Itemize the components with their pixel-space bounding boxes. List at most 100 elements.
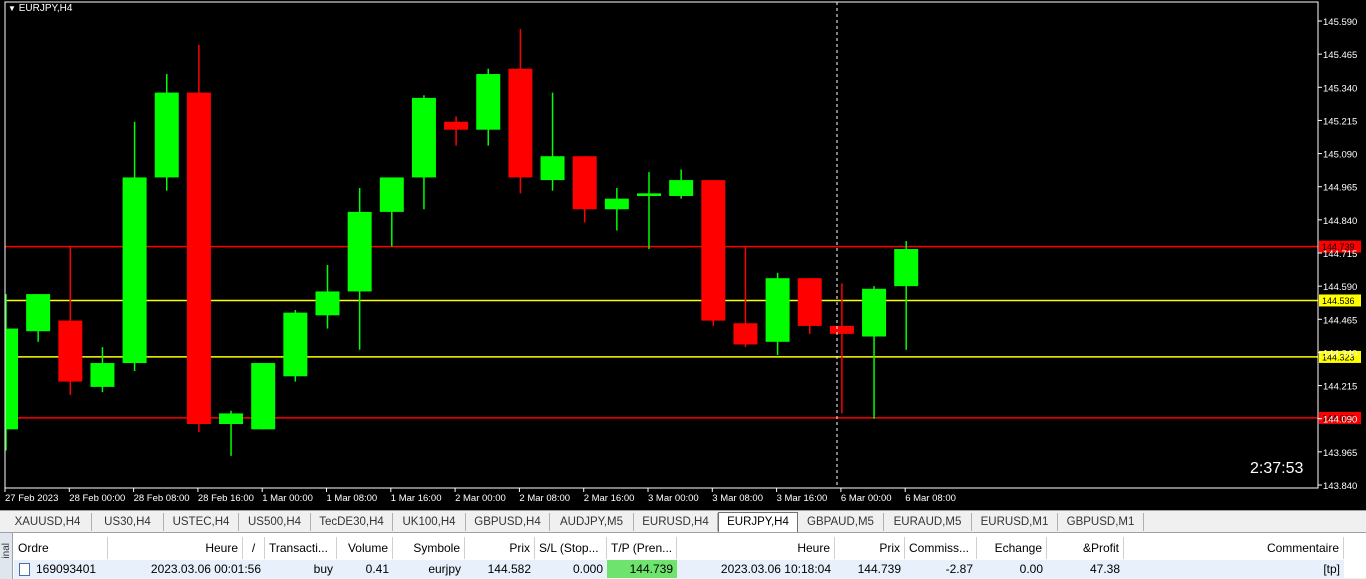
column-header[interactable]: &Profit [1047,537,1124,559]
chart-tab[interactable]: GBPAUD,M5 [798,513,884,531]
chart-tab[interactable]: EURUSD,H4 [634,513,718,531]
candle-body [829,325,854,334]
column-header[interactable]: / [243,537,265,559]
chart-canvas[interactable]: 144.739144.536144.323144.093 145.590145.… [0,0,1366,510]
column-header[interactable]: Commiss... [905,537,977,559]
level-price-label: 144.536 [1322,296,1355,306]
candle-body [894,249,919,287]
time-tick-label: 2 Mar 08:00 [519,493,570,504]
candlestick [219,410,244,456]
price-tick-label: 144.090 [1323,415,1357,426]
candle-body [6,328,18,430]
candlestick [122,121,147,371]
price-tick-label: 143.965 [1323,448,1357,459]
column-header[interactable]: Transacti... [265,537,337,559]
candle-body [90,363,115,387]
chart-tab[interactable]: AUDJPY,M5 [550,513,634,531]
time-tick-label: 6 Mar 00:00 [841,493,892,504]
candle-body [347,211,372,292]
chart-menu-triangle-icon[interactable]: ▼ [8,4,16,13]
price-tick-label: 143.840 [1323,481,1357,492]
time-tick-label: 3 Mar 16:00 [777,493,828,504]
chart-tab[interactable]: GBPUSD,H4 [466,513,550,531]
chart-tab[interactable]: GBPUSD,M1 [1058,513,1144,531]
column-header[interactable]: Echange [977,537,1047,559]
order-document-icon [19,563,30,576]
candlestick [58,246,83,395]
column-header[interactable]: Heure [677,537,835,559]
candlestick [411,95,436,210]
volume-cell: 0.41 [337,560,393,578]
chart-tab[interactable]: XAUUSD,H4 [4,513,92,531]
price-chart[interactable]: 144.739 144.536 144.323 144.093 145.590 145.… [0,0,1366,510]
chart-tab[interactable]: TecDE30,H4 [311,513,393,531]
candle-body [765,278,790,342]
candle-body [283,312,308,377]
time-tick-label: 3 Mar 08:00 [712,493,763,504]
column-header[interactable]: Volume [337,537,393,559]
candle-body [701,180,726,321]
candle-body [379,177,404,212]
chart-symbol-label: ▼ EURJPY,H4 [8,3,72,15]
price-tick-label: 144.590 [1323,282,1357,293]
candlestick [797,278,822,334]
column-header[interactable]: Prix [465,537,535,559]
candlestick [186,44,211,432]
column-header[interactable]: Symbole [393,537,465,559]
candlestick [251,363,276,430]
candle-body [637,193,661,196]
column-header[interactable]: Heure [108,537,243,559]
candlestick [444,116,469,146]
candlestick [315,264,340,329]
column-header[interactable]: T/P (Pren... [607,537,677,559]
sl-cell: 0.000 [535,560,607,578]
current-price-cell: 144.739 [835,560,905,578]
price-tick-label: 144.215 [1323,382,1357,393]
price-tick-label: 144.965 [1323,183,1357,194]
chart-tabs: XAUUSD,H4 US30,H4 USTEC,H4 US500,H4 TecDE30,… [0,510,1366,532]
price-tick-label: 144.465 [1323,315,1357,326]
candle-body [122,177,147,364]
profit-cell: 47.38 [1047,560,1124,578]
candle-body [186,92,211,425]
commission-cell: -2.87 [905,560,977,578]
candle-body [315,291,340,316]
chart-tab[interactable]: USTEC,H4 [164,513,239,531]
chart-tab[interactable]: EURUSD,M1 [972,513,1058,531]
column-header[interactable]: Commentaire [1124,537,1344,559]
comment-cell: [tp] [1124,560,1344,578]
candle-body [476,74,501,130]
candlestick [604,188,629,231]
chart-tab[interactable]: US30,H4 [92,513,164,531]
candlestick [90,347,115,393]
column-header[interactable]: Ordre [14,537,108,559]
candlestick [637,172,661,250]
time-tick-label: 6 Mar 08:00 [905,493,956,504]
chart-tab[interactable]: EURAUD,M5 [884,513,972,531]
tp-cell: 144.739 [607,560,677,578]
chart-tab[interactable]: US500,H4 [239,513,311,531]
chart-tab[interactable]: EURJPY,H4 [718,512,798,532]
price-tick-label: 145.465 [1323,50,1357,61]
candle-body [58,320,83,382]
candle-body [733,323,758,345]
terminal-panel: inal Ordre Heure / Transacti... Volume Symbol… [0,532,1366,579]
price-tick-label: 145.590 [1323,17,1357,28]
candlestick [862,286,887,419]
chart-tab[interactable]: UK100,H4 [393,513,466,531]
candlestick [5,294,18,451]
candle-body [251,363,276,430]
candlestick [154,74,179,191]
column-header[interactable]: S/L (Stop... [535,537,607,559]
column-header[interactable]: Prix [835,537,905,559]
candlestick [669,169,694,199]
candle-body [604,198,629,210]
candle-body [508,68,533,178]
candlestick [701,180,726,326]
candlestick [476,68,501,146]
time-tick-label: 1 Mar 08:00 [327,493,378,504]
candlestick [733,246,758,348]
candlestick [283,310,308,382]
open-time-cell: 2023.03.06 00:01:56 [108,560,265,578]
candlestick [829,283,854,414]
